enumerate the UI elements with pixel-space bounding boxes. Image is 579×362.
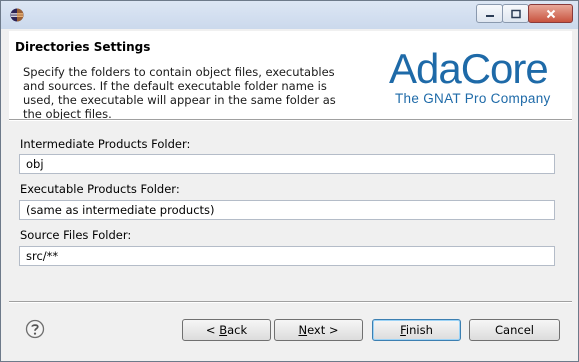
next-mnemonic: N [298,323,308,337]
eclipse-icon [10,8,24,22]
back-mnemonic: B [219,323,228,337]
back-label-rest: ack [227,323,248,337]
next-label-rest: ext > [307,323,339,337]
adacore-logo: AdaCore The GNAT Pro Company [389,45,559,109]
finish-button[interactable]: Finish [372,319,461,341]
cancel-button[interactable]: Cancel [469,319,560,341]
minimize-icon [485,14,494,17]
help-icon[interactable] [25,319,45,339]
close-button[interactable] [528,4,573,23]
maximize-button[interactable] [502,4,529,23]
finish-label-rest: inish [405,323,433,337]
back-button[interactable]: < Back [182,319,271,341]
page-title: Directories Settings [15,40,151,54]
footer-divider [9,301,572,303]
page-description: Specify the folders to contain object fi… [23,65,336,121]
executable-folder-field[interactable] [19,200,555,220]
intermediate-folder-label: Intermediate Products Folder: [20,137,191,151]
source-folder-label: Source Files Folder: [20,228,132,242]
logo-wordmark: AdaCore [389,45,549,92]
back-prefix: < [205,323,220,337]
close-icon [546,9,555,18]
minimize-button[interactable] [476,4,503,23]
next-button[interactable]: Next > [274,319,363,341]
logo-tagline: The GNAT Pro Company [395,91,551,106]
title-bar [1,1,578,29]
maximize-icon [510,9,521,18]
executable-folder-label: Executable Products Folder: [20,182,180,196]
header-divider [9,119,572,121]
wizard-window: Directories Settings Specify the folders… [0,0,579,362]
source-folder-field[interactable] [19,246,555,266]
wizard-header: Directories Settings Specify the folders… [9,31,572,121]
intermediate-folder-field[interactable] [19,154,555,174]
